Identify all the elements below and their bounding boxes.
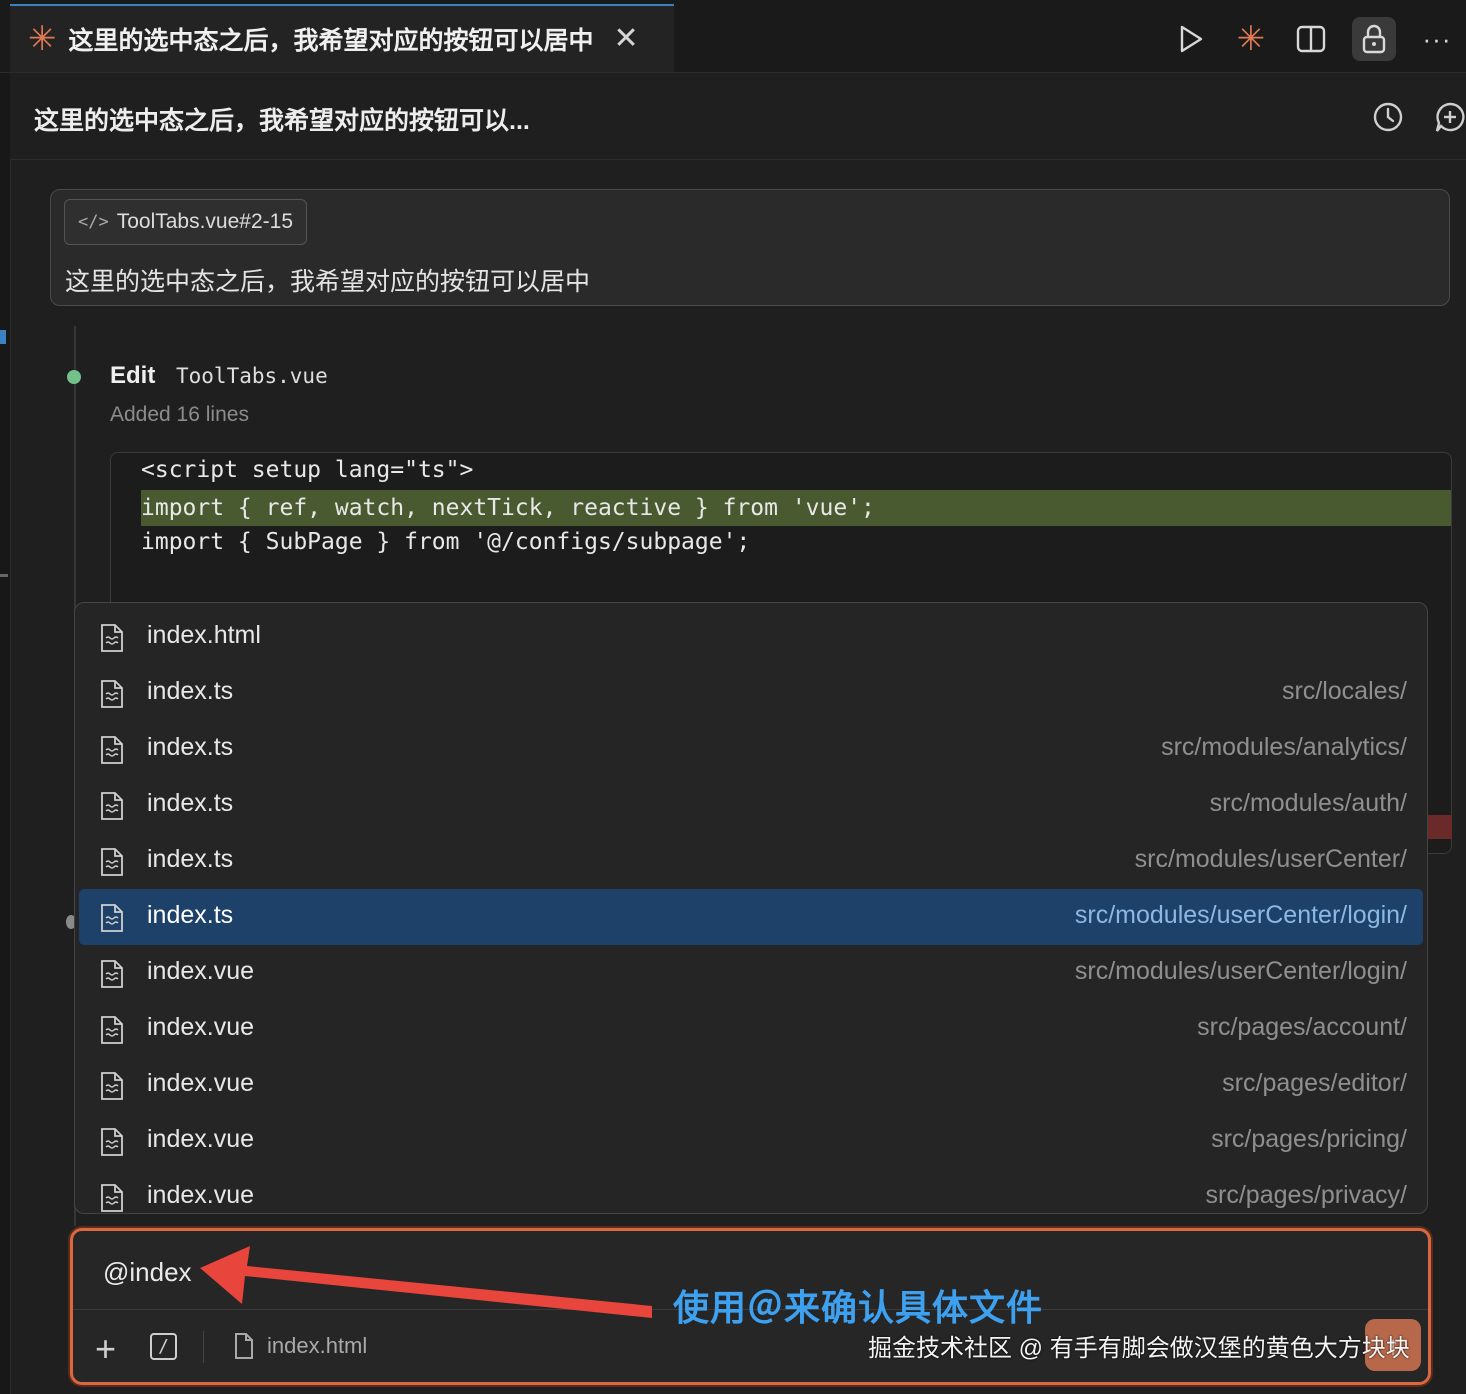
watermark: 掘金技术社区 @ 有手有脚会做汉堡的黄色大方块块 — [868, 1335, 1410, 1362]
annotation-text: 使用＠来确认具体文件 — [673, 1287, 1044, 1328]
annotation-arrow — [200, 1246, 652, 1318]
